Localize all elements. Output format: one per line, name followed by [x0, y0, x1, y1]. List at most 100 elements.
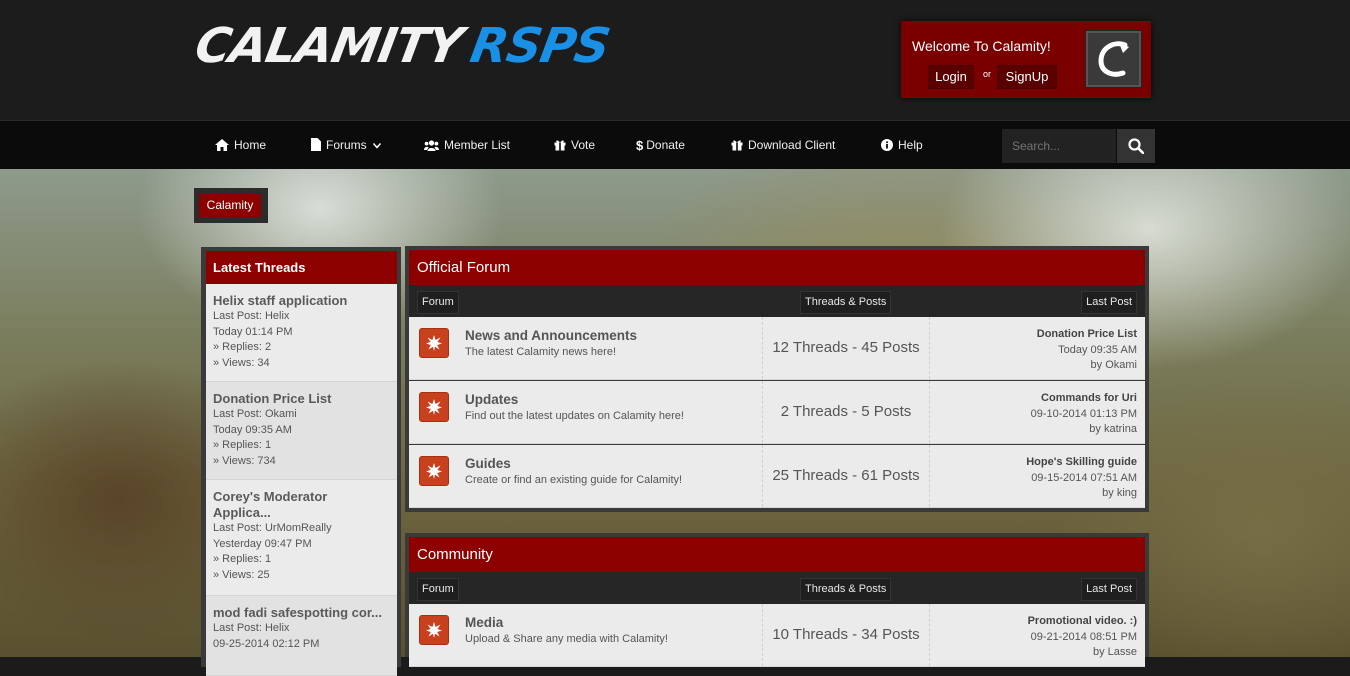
- forum-row[interactable]: News and Announcements The latest Calami…: [409, 317, 1145, 380]
- forum-icon: [419, 615, 449, 645]
- last-post-time: Today 09:35 AM: [1058, 343, 1137, 356]
- column-threads-posts: Threads & Posts: [800, 291, 892, 314]
- forum-icon: [419, 328, 449, 358]
- thread-list: Helix staff application Last Post: Helix…: [201, 284, 401, 676]
- thread-views: » Views: 25: [213, 568, 270, 581]
- file-icon: [311, 121, 321, 170]
- nav-home[interactable]: Home: [215, 121, 266, 170]
- last-post-author[interactable]: by Lasse: [1028, 645, 1137, 661]
- search-button[interactable]: [1117, 129, 1155, 163]
- thread-title[interactable]: Donation Price List: [213, 391, 390, 407]
- signup-button[interactable]: SignUp: [997, 65, 1057, 89]
- thread-last-post: Last Post: Okami: [213, 408, 297, 420]
- community-panel: Community Forum Threads & Posts Last Pos…: [405, 533, 1149, 667]
- forum-last-post: Donation Price List Today 09:35 AM by Ok…: [1037, 327, 1137, 374]
- forum-counts: 12 Threads - 45 Posts: [762, 317, 930, 379]
- last-post-title[interactable]: Commands for Uri: [1031, 391, 1137, 407]
- breadcrumb-item-calamity[interactable]: Calamity: [199, 194, 261, 217]
- gift-icon: [731, 121, 743, 170]
- thread-title[interactable]: Corey's Moderator Applica...: [213, 489, 363, 521]
- forum-description: The latest Calamity news here!: [465, 346, 617, 358]
- gift-icon: [554, 121, 566, 170]
- search-icon: [1128, 138, 1144, 154]
- latest-threads-title: Latest Threads: [206, 251, 397, 284]
- last-post-author[interactable]: by katrina: [1031, 422, 1137, 438]
- forum-row[interactable]: Guides Create or find an existing guide …: [409, 445, 1145, 508]
- thread-time: Today 09:35 AM: [213, 423, 292, 436]
- column-header: Forum Threads & Posts Last Post: [409, 285, 1145, 317]
- column-forum: Forum: [417, 291, 459, 314]
- last-post-author[interactable]: by Okami: [1037, 358, 1137, 374]
- login-button[interactable]: Login: [928, 65, 974, 89]
- nav-download-client[interactable]: Download Client: [731, 121, 835, 170]
- thread-last-post: Last Post: Helix: [213, 310, 290, 322]
- column-threads-posts: Threads & Posts: [800, 578, 892, 601]
- avatar[interactable]: [1085, 30, 1142, 88]
- nav-forums[interactable]: Forums: [311, 121, 382, 170]
- site-header: CALAMITYRSPS Welcome To Calamity! Login …: [0, 0, 1350, 119]
- thread-time: Yesterday 09:47 PM: [213, 537, 312, 550]
- forum-description: Find out the latest updates on Calamity …: [465, 410, 684, 422]
- nav-vote[interactable]: Vote: [554, 121, 595, 170]
- forum-row[interactable]: Media Upload & Share any media with Cala…: [409, 604, 1145, 667]
- dollar-icon: $: [636, 138, 644, 154]
- forum-name[interactable]: Media: [465, 615, 503, 630]
- thread-title[interactable]: Helix staff application: [213, 293, 390, 309]
- column-forum: Forum: [417, 578, 459, 601]
- nav-help[interactable]: Help: [881, 121, 923, 170]
- official-forum-panel: Official Forum Forum Threads & Posts Las…: [405, 246, 1149, 512]
- thread-last-post: Last Post: UrMomReally: [213, 522, 332, 534]
- thread-time: Today 01:14 PM: [213, 325, 293, 338]
- last-post-author[interactable]: by king: [1026, 486, 1137, 502]
- thread-views: » Views: 34: [213, 356, 270, 369]
- user-avatar-icon: [1098, 41, 1129, 77]
- list-item: Helix staff application Last Post: Helix…: [206, 284, 397, 382]
- forum-icon: [419, 392, 449, 422]
- thread-views: » Views: 734: [213, 454, 276, 467]
- forum-description: Upload & Share any media with Calamity!: [465, 633, 668, 645]
- column-last-post: Last Post: [1081, 291, 1137, 314]
- nav-donate[interactable]: $ Donate: [636, 121, 685, 170]
- thread-time: 09-25-2014 02:12 PM: [213, 637, 320, 650]
- last-post-time: 09-15-2014 07:51 AM: [1031, 471, 1137, 484]
- forum-description: Create or find an existing guide for Cal…: [465, 474, 683, 486]
- info-icon: [881, 121, 893, 170]
- last-post-title[interactable]: Hope's Skilling guide: [1026, 455, 1137, 471]
- users-icon: [424, 121, 439, 170]
- forum-icon: [419, 456, 449, 486]
- last-post-time: 09-10-2014 01:13 PM: [1030, 407, 1137, 420]
- thread-replies: » Replies: 1: [213, 553, 272, 565]
- forum-row[interactable]: Updates Find out the latest updates on C…: [409, 381, 1145, 444]
- forum-counts: 25 Threads - 61 Posts: [762, 445, 930, 507]
- forum-name[interactable]: Updates: [465, 392, 518, 407]
- thread-last-post: Last Post: Helix: [213, 622, 290, 634]
- welcome-text: Welcome To Calamity!: [912, 38, 1051, 54]
- last-post-title[interactable]: Donation Price List: [1037, 327, 1137, 343]
- forum-name[interactable]: Guides: [465, 456, 511, 471]
- column-last-post: Last Post: [1081, 578, 1137, 601]
- last-post-time: 09-21-2014 08:51 PM: [1030, 630, 1137, 643]
- site-logo[interactable]: CALAMITYRSPS: [190, 14, 614, 78]
- search-input[interactable]: [1002, 129, 1116, 163]
- thread-replies: » Replies: 2: [213, 341, 272, 353]
- home-icon: [215, 121, 229, 170]
- list-item: Corey's Moderator Applica... Last Post: …: [206, 480, 397, 596]
- forum-counts: 2 Threads - 5 Posts: [762, 381, 930, 443]
- forum-last-post: Hope's Skilling guide 09-15-2014 07:51 A…: [1026, 455, 1137, 502]
- welcome-box: Welcome To Calamity! Login or SignUp: [901, 21, 1151, 98]
- section-title: Community: [409, 537, 1145, 572]
- forum-name[interactable]: News and Announcements: [465, 328, 637, 343]
- column-header: Forum Threads & Posts Last Post: [409, 572, 1145, 604]
- list-item: mod fadi safespotting cor... Last Post: …: [206, 596, 397, 676]
- nav-member-list[interactable]: Member List: [424, 121, 510, 170]
- list-item: Donation Price List Last Post: Okami Tod…: [206, 382, 397, 480]
- or-text: or: [983, 69, 992, 79]
- section-title: Official Forum: [409, 250, 1145, 285]
- latest-threads-panel: Latest Threads Helix staff application L…: [201, 247, 401, 676]
- chevron-down-icon: [372, 138, 382, 152]
- thread-title[interactable]: mod fadi safespotting cor...: [213, 605, 390, 621]
- thread-replies: » Replies: 1: [213, 439, 272, 451]
- last-post-title[interactable]: Promotional video. :): [1028, 614, 1137, 630]
- forum-last-post: Promotional video. :) 09-21-2014 08:51 P…: [1028, 614, 1137, 661]
- main-nav: Home Forums Member List Vote $ Donate Dow…: [0, 120, 1350, 170]
